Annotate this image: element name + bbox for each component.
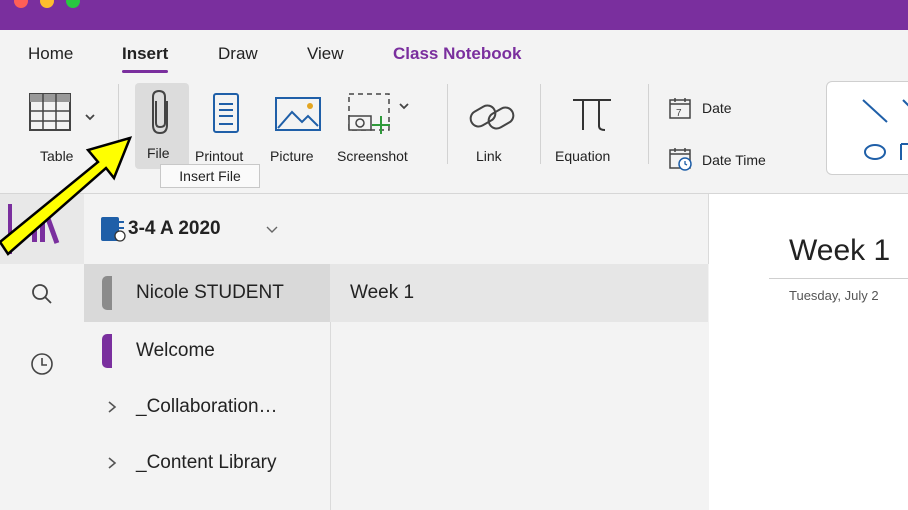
tab-draw[interactable]: Draw: [218, 44, 258, 64]
equation-button[interactable]: Equation: [553, 86, 633, 166]
page-label: Week 1: [350, 282, 415, 303]
page-title[interactable]: Week 1: [789, 234, 890, 268]
picture-label: Picture: [270, 148, 314, 164]
section-label: Nicole STUDENT: [136, 282, 284, 303]
date-label: Date: [702, 100, 732, 116]
chevron-right-icon: [108, 457, 117, 469]
screenshot-icon: [348, 93, 409, 134]
close-window-button[interactable]: [14, 0, 28, 8]
tab-insert-label: Insert: [122, 44, 169, 63]
printout-label: Printout: [195, 148, 244, 164]
picture-button[interactable]: Picture: [266, 86, 332, 166]
section-group-content-library[interactable]: _Content Library: [84, 436, 330, 492]
section-color-tab: [102, 334, 112, 368]
equation-icon: [573, 99, 611, 131]
navigation-pane: 3-4 A 2020 Nicole STUDENT Welcome _Colla…: [84, 194, 709, 510]
date-icon: 7: [669, 98, 691, 119]
svg-text:7: 7: [676, 108, 682, 119]
page-date: Tuesday, July 2: [789, 288, 879, 303]
page-canvas[interactable]: Week 1 Tuesday, July 2: [709, 194, 908, 510]
page-item-week-1[interactable]: Week 1: [330, 264, 708, 322]
tab-view[interactable]: View: [307, 44, 344, 64]
chevron-down-icon: [85, 114, 95, 121]
chevron-down-icon: [266, 226, 278, 233]
shapes-gallery[interactable]: [826, 81, 908, 175]
section-color-tab: [102, 276, 112, 310]
date-time-button[interactable]: Date Time: [668, 146, 798, 172]
tab-class-notebook[interactable]: Class Notebook: [393, 44, 521, 64]
maximize-window-button[interactable]: [66, 0, 80, 8]
section-group-label: _Content Library: [136, 452, 277, 473]
title-underline: [769, 278, 908, 279]
picture-icon: [275, 97, 321, 131]
title-bar: [0, 0, 908, 30]
ribbon-divider: [447, 84, 448, 164]
screenshot-button[interactable]: Screenshot: [333, 86, 429, 166]
date-button[interactable]: 7 Date: [668, 96, 758, 122]
equation-label: Equation: [555, 148, 611, 164]
link-button[interactable]: Link: [462, 86, 526, 166]
insert-file-tooltip: Insert File: [160, 164, 260, 188]
section-group-label: _Collaboration…: [136, 396, 278, 417]
printout-button[interactable]: Printout: [193, 86, 261, 166]
date-time-label: Date Time: [702, 152, 766, 168]
section-group-collaboration[interactable]: _Collaboration…: [84, 380, 330, 436]
tab-home[interactable]: Home: [28, 44, 73, 64]
search-icon[interactable]: [30, 282, 54, 306]
ribbon-divider: [540, 84, 541, 164]
ribbon-divider: [648, 84, 649, 164]
notebook-header[interactable]: 3-4 A 2020: [84, 194, 708, 265]
date-time-icon: [669, 148, 692, 171]
ribbon-tabs: Home Insert Draw View Class Notebook: [0, 30, 908, 76]
printout-icon: [213, 93, 239, 133]
minimize-window-button[interactable]: [40, 0, 54, 8]
tab-insert[interactable]: Insert: [122, 44, 169, 73]
link-label: Link: [476, 148, 502, 164]
section-item-welcome[interactable]: Welcome: [84, 324, 330, 380]
shapes-icon: [862, 99, 908, 160]
chevron-right-icon: [108, 401, 117, 413]
section-label: Welcome: [136, 340, 215, 361]
annotation-arrow: [0, 136, 133, 256]
recent-icon[interactable]: [29, 351, 55, 377]
active-tab-underline: [122, 70, 169, 73]
screenshot-label: Screenshot: [337, 148, 408, 164]
link-icon: [469, 104, 515, 130]
